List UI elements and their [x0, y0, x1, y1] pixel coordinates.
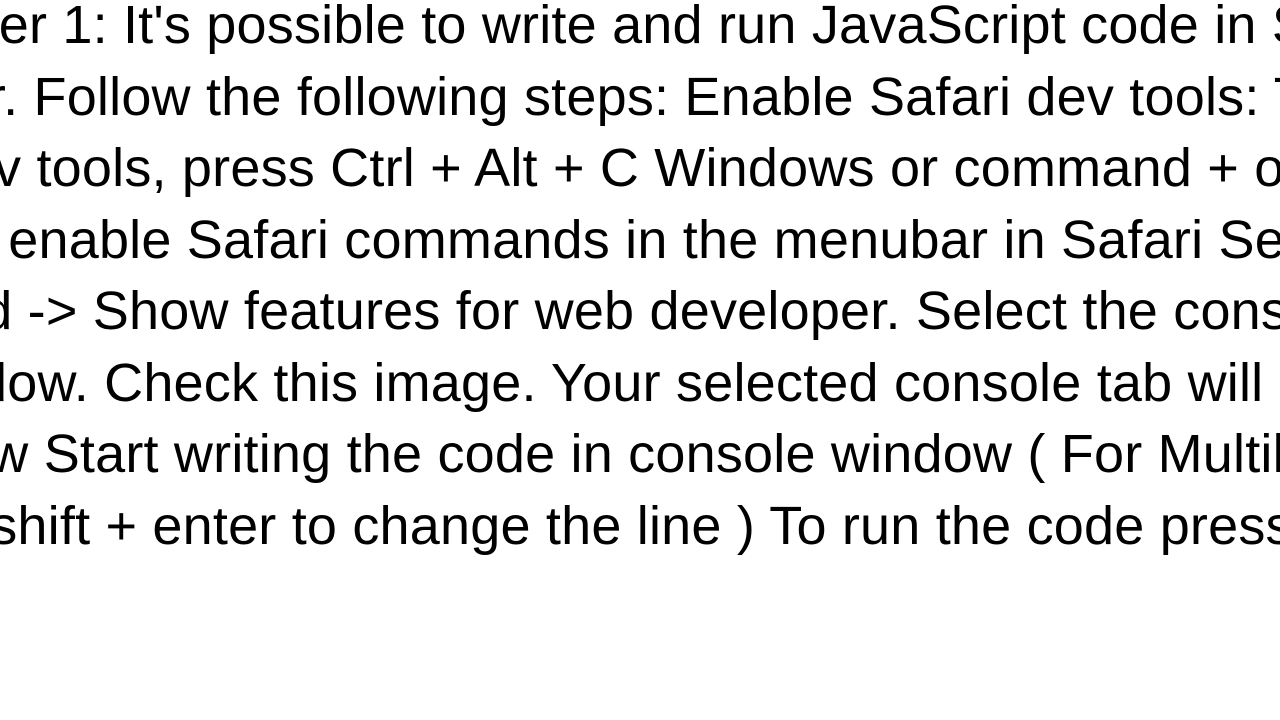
document-paragraph: Answer 1: It's possible to write and run…	[0, 0, 1280, 562]
